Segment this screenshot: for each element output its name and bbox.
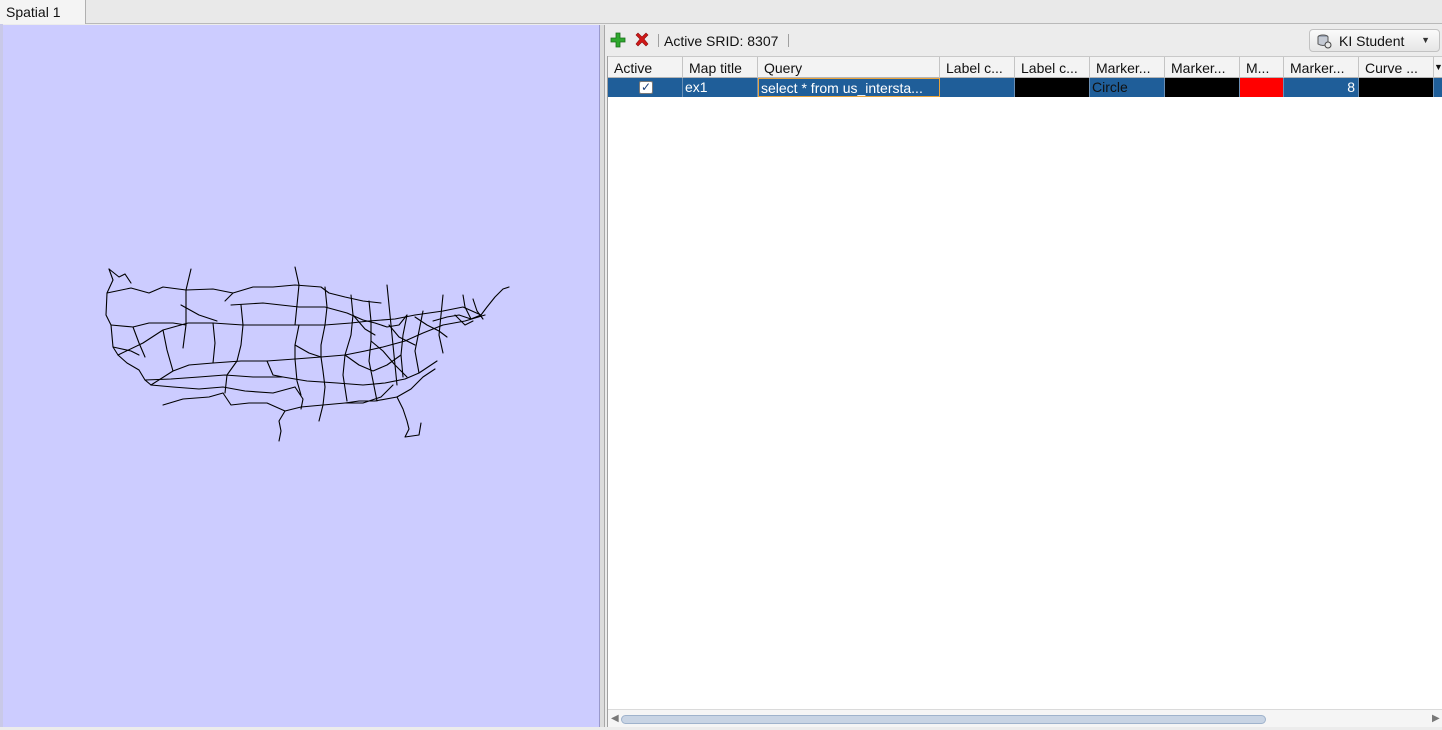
plus-icon[interactable]	[609, 31, 627, 49]
label-color-cell-1[interactable]	[940, 78, 1015, 97]
column-header-label-color-2[interactable]: Label c...	[1015, 57, 1090, 78]
layers-panel: Active SRID: 8307 KI Student ▼ Active Ma…	[605, 25, 1442, 727]
marker-size-cell[interactable]: 8	[1284, 78, 1359, 97]
scroll-right-icon[interactable]: ▶	[1432, 713, 1440, 724]
connection-label: KI Student	[1339, 33, 1405, 49]
map-title-cell[interactable]: ex1	[683, 78, 758, 97]
map-canvas[interactable]	[3, 25, 600, 727]
column-header-label-color-1[interactable]: Label c...	[940, 57, 1015, 78]
scrollbar-thumb[interactable]	[621, 715, 1266, 724]
layers-table: Active Map title Query Label c... Label …	[607, 56, 1442, 727]
column-header-active[interactable]: Active	[608, 57, 683, 78]
column-header-m[interactable]: M...	[1240, 57, 1284, 78]
table-row[interactable]: ✓ ex1 select * from us_intersta... Circl…	[608, 78, 1442, 97]
tab-label: Spatial 1	[6, 4, 61, 20]
chevron-down-icon: ▼	[1421, 35, 1430, 45]
column-menu-icon[interactable]: ▼	[1434, 57, 1442, 78]
layers-toolbar: Active SRID: 8307 KI Student ▼	[605, 25, 1442, 56]
table-header: Active Map title Query Label c... Label …	[608, 56, 1442, 78]
column-header-marker-shape[interactable]: Marker...	[1090, 57, 1165, 78]
column-header-marker-color[interactable]: Marker...	[1165, 57, 1240, 78]
toolbar-separator	[788, 34, 789, 47]
database-icon	[1317, 34, 1332, 49]
scroll-left-icon[interactable]: ◀	[611, 713, 619, 724]
toolbar-separator	[658, 34, 659, 47]
curve-color-cell[interactable]	[1359, 78, 1434, 97]
label-color-cell-2[interactable]	[1015, 78, 1090, 97]
horizontal-scrollbar[interactable]: ◀ ▶	[608, 709, 1442, 727]
editor-tab-bar: Spatial 1	[0, 0, 1442, 24]
tab-spatial-1[interactable]: Spatial 1	[0, 0, 86, 24]
active-cell[interactable]: ✓	[608, 78, 683, 97]
close-icon[interactable]	[633, 31, 651, 49]
column-header-map-title[interactable]: Map title	[683, 57, 758, 78]
active-checkbox[interactable]: ✓	[639, 81, 653, 94]
column-header-marker-size[interactable]: Marker...	[1284, 57, 1359, 78]
query-cell[interactable]: select * from us_intersta...	[758, 78, 940, 97]
m-color-cell[interactable]	[1240, 78, 1284, 97]
marker-color-cell[interactable]	[1165, 78, 1240, 97]
active-srid-label: Active SRID: 8307	[664, 33, 779, 49]
marker-shape-cell[interactable]: Circle	[1090, 78, 1165, 97]
column-header-query[interactable]: Query	[758, 57, 940, 78]
column-header-curve-color[interactable]: Curve ...	[1359, 57, 1434, 78]
us-interstates-layer	[105, 266, 510, 442]
connection-selector[interactable]: KI Student ▼	[1309, 29, 1440, 52]
